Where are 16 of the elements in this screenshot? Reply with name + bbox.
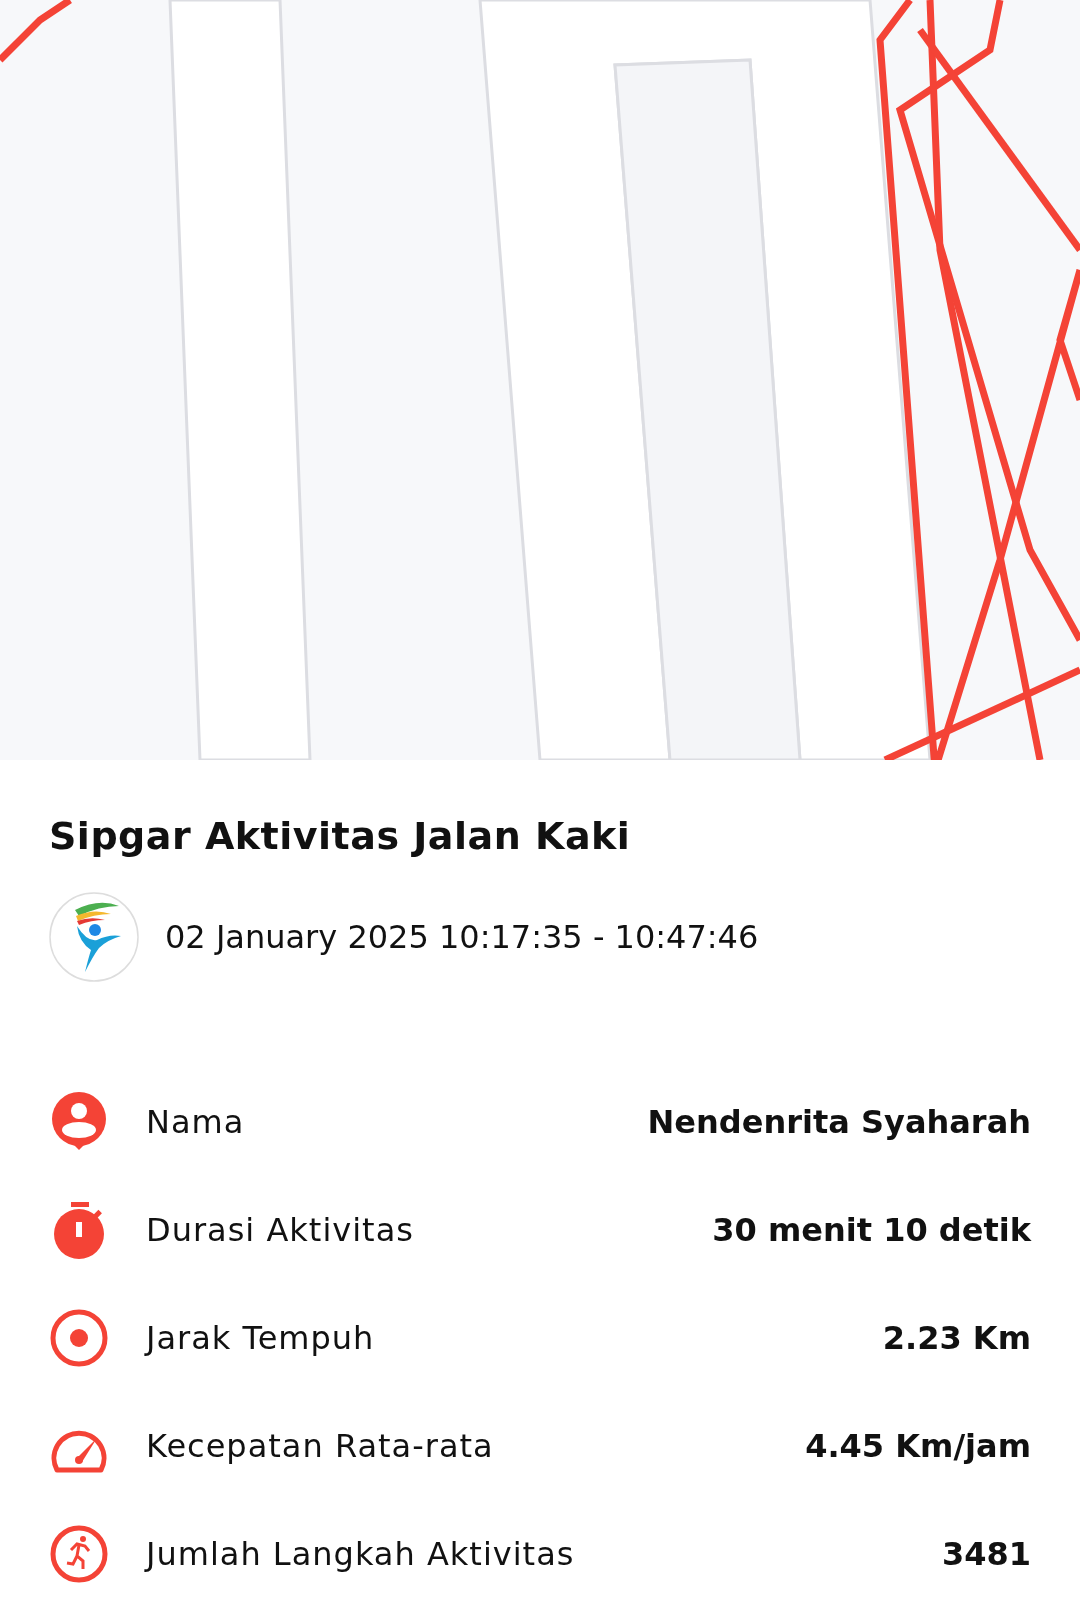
- stat-label: Jumlah Langkah Aktivitas: [146, 1534, 576, 1573]
- stat-label: Nama: [146, 1102, 246, 1141]
- stat-label: Jarak Tempuh: [146, 1318, 376, 1357]
- stat-value: 2.23 Km: [882, 1318, 1031, 1357]
- target-icon: [49, 1307, 109, 1368]
- activity-datetime: 02 January 2025 10:17:35 - 10:47:46: [165, 917, 759, 956]
- running-person-icon: [49, 1523, 109, 1584]
- stat-label: Durasi Aktivitas: [146, 1210, 415, 1249]
- stat-value: 4.45 Km/jam: [805, 1426, 1031, 1465]
- stat-value: 3481: [941, 1534, 1031, 1573]
- stat-value: Nendenrita Syaharah: [647, 1102, 1031, 1141]
- stat-label: Kecepatan Rata-rata: [146, 1426, 495, 1465]
- activity-title: Sipgar Aktivitas Jalan Kaki: [49, 814, 632, 860]
- person-pin-icon: [49, 1091, 109, 1152]
- runner-logo-icon: [49, 891, 139, 982]
- stat-value: 30 menit 10 detik: [712, 1210, 1031, 1249]
